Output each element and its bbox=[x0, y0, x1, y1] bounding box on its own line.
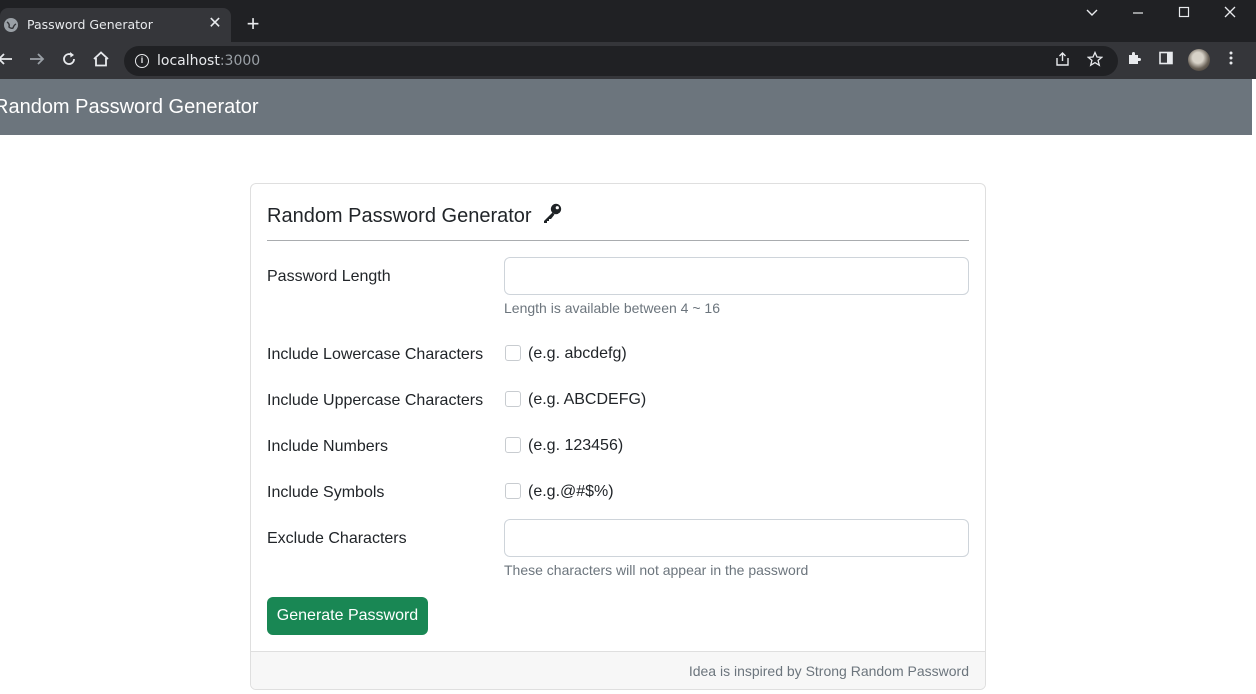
close-icon[interactable]: ✕ bbox=[207, 15, 223, 33]
reload-icon[interactable] bbox=[58, 50, 80, 72]
forward-arrow-icon[interactable] bbox=[26, 50, 48, 72]
uppercase-example: (e.g. ABCDEFG) bbox=[528, 391, 647, 408]
more-menu-icon[interactable] bbox=[1221, 50, 1241, 70]
card-title: Random Password Generator bbox=[267, 202, 563, 230]
lowercase-example: (e.g. abcdefg) bbox=[528, 345, 627, 362]
numbers-example: (e.g. 123456) bbox=[528, 437, 624, 454]
back-arrow-icon[interactable] bbox=[0, 50, 16, 72]
maximize-button[interactable] bbox=[1172, 4, 1196, 24]
globe-icon bbox=[4, 18, 18, 32]
uppercase-checkbox[interactable] bbox=[505, 391, 521, 407]
browser-titlebar: Password Generator ✕ + bbox=[0, 0, 1256, 42]
browser-tab[interactable]: Password Generator ✕ bbox=[0, 8, 231, 42]
password-length-label: Password Length bbox=[267, 268, 391, 285]
uppercase-label: Include Uppercase Characters bbox=[267, 392, 484, 409]
lowercase-checkbox[interactable] bbox=[505, 345, 521, 361]
key-icon bbox=[541, 202, 563, 230]
chevron-down-icon[interactable] bbox=[1080, 4, 1104, 24]
profile-avatar[interactable] bbox=[1188, 49, 1210, 71]
info-icon[interactable]: i bbox=[135, 54, 149, 68]
minimize-button[interactable] bbox=[1126, 4, 1150, 24]
app-navbar: Random Password Generator bbox=[0, 79, 1252, 135]
lowercase-label: Include Lowercase Characters bbox=[267, 346, 484, 363]
navbar-brand[interactable]: Random Password Generator bbox=[0, 96, 259, 119]
generate-password-button[interactable]: Generate Password bbox=[267, 597, 428, 635]
symbols-label: Include Symbols bbox=[267, 484, 385, 501]
symbols-example: (e.g.@#$%) bbox=[528, 483, 614, 500]
password-length-help: Length is available between 4 ~ 16 bbox=[504, 300, 720, 316]
page-edge bbox=[1252, 79, 1256, 694]
exclude-characters-help: These characters will not appear in the … bbox=[504, 562, 809, 578]
numbers-checkbox[interactable] bbox=[505, 437, 521, 453]
symbols-checkbox[interactable] bbox=[505, 483, 521, 499]
numbers-label: Include Numbers bbox=[267, 438, 388, 455]
title-divider bbox=[267, 240, 969, 241]
exclude-characters-label: Exclude Characters bbox=[267, 530, 407, 547]
generator-card: Random Password Generator Password Lengt… bbox=[250, 183, 986, 690]
exclude-characters-input[interactable] bbox=[504, 519, 969, 557]
footer-credit: Idea is inspired by Strong Random Passwo… bbox=[688, 663, 969, 679]
browser-toolbar: i localhost:3000 bbox=[0, 42, 1256, 79]
close-window-button[interactable] bbox=[1218, 4, 1242, 24]
side-panel-icon[interactable] bbox=[1156, 50, 1176, 70]
star-icon[interactable] bbox=[1085, 50, 1105, 71]
address-bar[interactable]: i localhost:3000 bbox=[124, 46, 1118, 76]
password-length-input[interactable] bbox=[504, 257, 969, 295]
extensions-icon[interactable] bbox=[1124, 50, 1144, 70]
new-tab-button[interactable]: + bbox=[243, 13, 263, 35]
card-footer: Idea is inspired by Strong Random Passwo… bbox=[251, 651, 985, 689]
tab-title: Password Generator bbox=[27, 17, 153, 32]
home-icon[interactable] bbox=[90, 50, 112, 72]
url-text: localhost:3000 bbox=[157, 53, 261, 69]
share-icon[interactable] bbox=[1053, 51, 1073, 71]
